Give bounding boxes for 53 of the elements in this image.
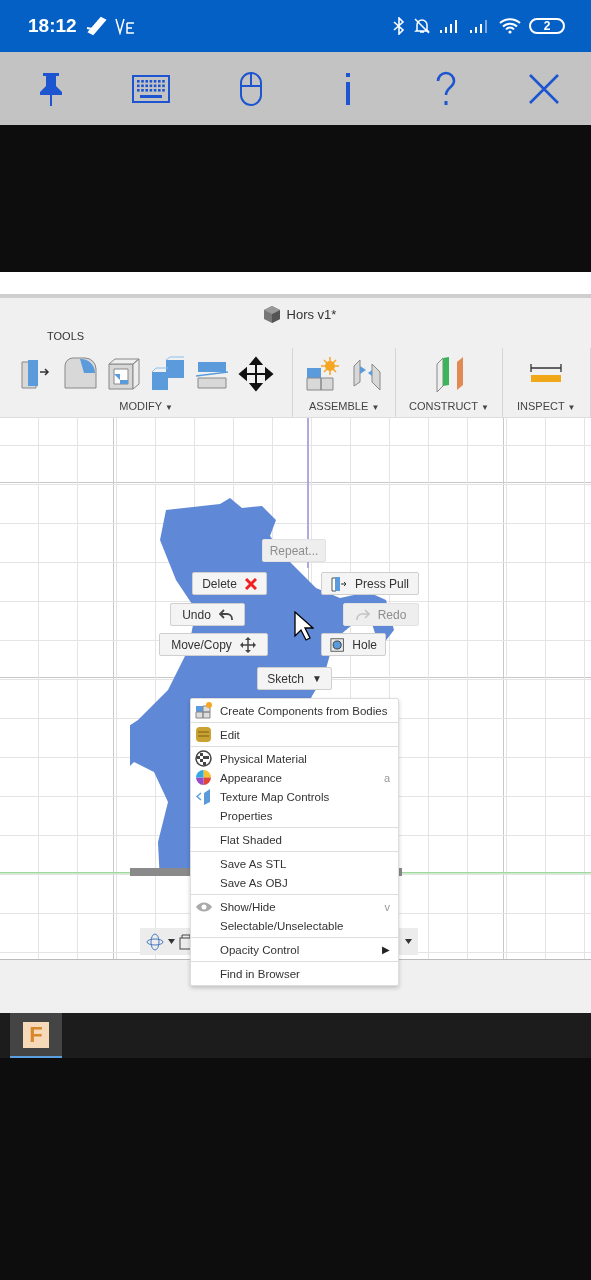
cube-icon <box>262 305 281 323</box>
ribbon-group-menu[interactable]: CONSTRUCT ▼ <box>408 400 489 412</box>
eye-icon <box>195 900 213 913</box>
marking-menu-button[interactable]: Press Pull <box>321 572 419 595</box>
context-menu-item[interactable]: Properties <box>191 806 398 825</box>
redo-arrow-icon <box>355 608 370 621</box>
new-component-icon[interactable] <box>304 356 341 392</box>
move-icon[interactable] <box>238 356 274 392</box>
muted-bell-icon <box>413 17 431 35</box>
cylinder-icon <box>195 726 212 743</box>
context-menu-item[interactable]: Save As STL <box>191 854 398 873</box>
move-arrows-icon <box>239 636 256 653</box>
context-menu-item[interactable]: Selectable/Unselectable <box>191 916 398 935</box>
texture-map-icon <box>195 788 212 805</box>
marking-menu-button[interactable]: Hole <box>321 633 386 656</box>
context-menu-item[interactable]: Flat Shaded <box>191 830 398 849</box>
combine-icon[interactable] <box>150 356 186 392</box>
volte-icon <box>114 17 137 35</box>
press-pull-icon <box>331 575 347 592</box>
context-menu-item[interactable]: Save As OBJ <box>191 873 398 892</box>
app-logo: F <box>23 1021 49 1048</box>
marking-menu-button[interactable]: Sketch ▼ <box>257 667 332 690</box>
checkered-ball-icon <box>195 750 212 767</box>
context-menu-item[interactable]: Find in Browser <box>191 964 398 983</box>
context-menu-item[interactable]: Texture Map Controls <box>191 787 398 806</box>
ribbon-group-menu[interactable]: MODIFY ▼ <box>119 400 173 412</box>
delete-cross-icon <box>244 577 257 590</box>
color-wheel-icon <box>195 769 212 786</box>
context-menu-item[interactable]: Create Components from Bodies <box>191 701 398 720</box>
mouse-cursor-icon <box>294 611 314 641</box>
shell-icon[interactable] <box>106 356 142 392</box>
ribbon-group-menu[interactable]: INSPECT ▼ <box>517 400 576 412</box>
marking-menu-button[interactable]: Undo <box>170 603 245 626</box>
wifi-icon <box>499 18 521 34</box>
context-menu-item[interactable]: Show/Hide v <box>191 897 398 916</box>
status-time: 18:12 <box>28 15 77 37</box>
battery-indicator: 2 <box>529 18 565 34</box>
marking-menu-button[interactable]: Move/Copy <box>159 633 268 656</box>
caret-icon[interactable] <box>168 939 175 944</box>
components-icon <box>195 702 212 719</box>
bluetooth-icon <box>393 17 405 35</box>
marking-menu-button[interactable]: Delete <box>192 572 267 595</box>
document-title: Hors v1* <box>286 306 337 322</box>
undo-arrow-icon <box>218 608 233 621</box>
ribbon-group-menu[interactable]: ASSEMBLE ▼ <box>309 400 380 412</box>
context-menu-item[interactable]: Physical Material <box>191 749 398 768</box>
context-menu-item[interactable]: Appearance a <box>191 768 398 787</box>
tools-tab[interactable]: TOOLS <box>47 330 591 348</box>
hole-icon <box>330 636 345 653</box>
caret-icon[interactable] <box>405 939 412 944</box>
context-menu-item[interactable]: Opacity Control ▶ <box>191 940 398 959</box>
fillet-icon[interactable] <box>62 356 98 392</box>
context-menu-item[interactable]: Edit <box>191 725 398 744</box>
